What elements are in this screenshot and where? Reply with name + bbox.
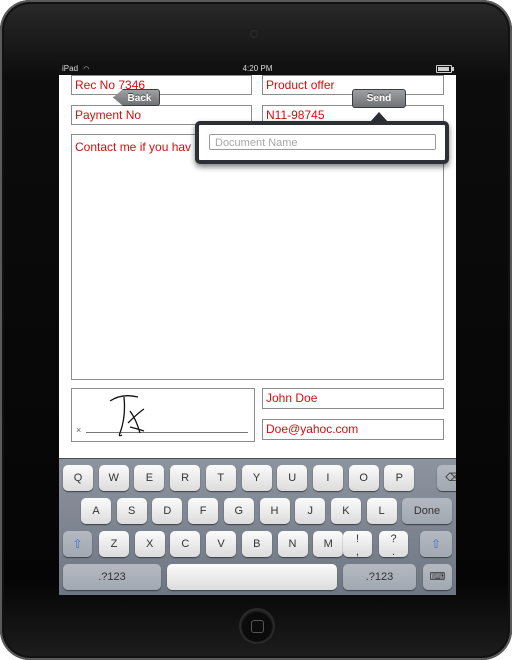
key-label: G bbox=[234, 505, 244, 517]
camera bbox=[250, 30, 258, 38]
document-name-popover: Document Name bbox=[195, 121, 449, 164]
backspace-icon: ⌫ bbox=[445, 472, 456, 484]
signature-pad[interactable]: × bbox=[71, 388, 255, 442]
letter-key[interactable]: I bbox=[312, 465, 343, 491]
shift-left-key[interactable]: ⇧ bbox=[63, 531, 92, 557]
key-label: A bbox=[92, 505, 100, 517]
key-label: C bbox=[181, 538, 190, 550]
key-label: S bbox=[128, 505, 136, 517]
keyboard: QWERTYUIOP ASDFGHJKL ZXCVBNM ⌫ Done ⇧ ⇧ … bbox=[59, 458, 456, 595]
numbers-key-right[interactable]: .?123 bbox=[343, 564, 416, 590]
name-field[interactable]: John Doe bbox=[262, 388, 444, 409]
home-square-icon bbox=[251, 620, 264, 633]
key-label: B bbox=[253, 538, 261, 550]
key-label: X bbox=[146, 538, 154, 550]
back-button[interactable]: Back bbox=[113, 89, 160, 106]
key-label: T bbox=[217, 472, 225, 484]
letter-key[interactable]: K bbox=[330, 498, 361, 524]
status-time: 4:20 PM bbox=[242, 64, 273, 73]
battery-icon bbox=[436, 65, 454, 73]
key-upper-label: ! bbox=[355, 533, 360, 545]
key-lower-label: . bbox=[391, 546, 396, 558]
letter-key[interactable]: T bbox=[205, 465, 236, 491]
numbers-label: .?123 bbox=[365, 571, 394, 583]
key-label: Q bbox=[73, 472, 83, 484]
key-label: I bbox=[326, 472, 330, 484]
key-label: Z bbox=[110, 538, 118, 550]
send-button[interactable]: Send bbox=[352, 89, 406, 108]
document-name-input[interactable]: Document Name bbox=[209, 134, 436, 150]
email-field[interactable]: Doe@yahoc.com bbox=[262, 419, 444, 440]
hide-keyboard-key[interactable]: ⌨ bbox=[423, 564, 452, 590]
letter-key[interactable]: Q bbox=[63, 465, 93, 491]
letter-key[interactable]: S bbox=[116, 498, 147, 524]
key-label: D bbox=[163, 505, 172, 517]
key-label: N bbox=[288, 538, 297, 550]
letter-key[interactable]: B bbox=[241, 531, 272, 557]
key-label: V bbox=[217, 538, 225, 550]
home-button[interactable] bbox=[241, 610, 273, 642]
key-exclaim-comma[interactable]: ! , bbox=[343, 531, 372, 558]
key-label: L bbox=[378, 505, 385, 517]
signature-drawing bbox=[109, 395, 145, 437]
key-upper-label: ? bbox=[390, 533, 397, 545]
letter-key[interactable]: G bbox=[223, 498, 254, 524]
numbers-label: .?123 bbox=[98, 571, 126, 583]
rec-no-field[interactable]: Rec No 7346 bbox=[71, 75, 252, 95]
letter-key[interactable]: L bbox=[366, 498, 397, 524]
letter-key[interactable]: O bbox=[348, 465, 379, 491]
shift-icon: ⇧ bbox=[430, 537, 442, 551]
letter-key[interactable]: X bbox=[134, 531, 165, 557]
letter-key[interactable]: Y bbox=[241, 465, 272, 491]
key-lower-label: , bbox=[355, 546, 360, 558]
letter-key[interactable]: N bbox=[277, 531, 308, 557]
screen: iPad ◠ 4:20 PM Rec No 7346 Product offer… bbox=[59, 62, 456, 595]
backspace-key[interactable]: ⌫ bbox=[437, 465, 456, 491]
letter-key[interactable]: P bbox=[384, 465, 415, 491]
key-label: H bbox=[270, 505, 279, 517]
shift-right-key[interactable]: ⇧ bbox=[420, 531, 452, 557]
hide-keyboard-icon: ⌨ bbox=[429, 571, 446, 583]
letter-key[interactable]: A bbox=[81, 498, 111, 524]
key-label: M bbox=[323, 538, 333, 550]
key-label: O bbox=[359, 472, 368, 484]
letter-key[interactable]: R bbox=[170, 465, 201, 491]
key-label: U bbox=[288, 472, 297, 484]
done-label: Done bbox=[413, 505, 441, 517]
key-question-period[interactable]: ? . bbox=[379, 531, 408, 558]
battery-fill bbox=[438, 67, 449, 71]
letter-key[interactable]: C bbox=[170, 531, 201, 557]
done-key[interactable]: Done bbox=[402, 498, 452, 524]
numbers-key-left[interactable]: .?123 bbox=[63, 564, 161, 590]
letter-key[interactable]: M bbox=[313, 531, 344, 557]
key-label: Y bbox=[252, 472, 261, 484]
letter-key[interactable]: W bbox=[98, 465, 129, 491]
key-label: P bbox=[395, 472, 403, 484]
letter-key[interactable]: V bbox=[206, 531, 237, 557]
key-label: J bbox=[307, 505, 313, 517]
letter-key[interactable]: H bbox=[259, 498, 290, 524]
key-label: R bbox=[181, 472, 190, 484]
letter-key[interactable]: J bbox=[295, 498, 326, 524]
letter-key[interactable]: E bbox=[134, 465, 165, 491]
shift-icon: ⇧ bbox=[72, 537, 83, 551]
status-bar: iPad ◠ 4:20 PM bbox=[59, 62, 456, 75]
letter-key[interactable]: Z bbox=[99, 531, 129, 557]
space-key[interactable] bbox=[167, 564, 337, 590]
letter-key[interactable]: U bbox=[277, 465, 308, 491]
key-label: W bbox=[108, 472, 119, 484]
letter-key[interactable]: D bbox=[152, 498, 183, 524]
key-label: K bbox=[342, 505, 350, 517]
key-label: E bbox=[145, 472, 154, 484]
message-area[interactable]: Contact me if you hav bbox=[71, 134, 444, 380]
key-label: F bbox=[199, 505, 207, 517]
letter-key[interactable]: F bbox=[188, 498, 219, 524]
